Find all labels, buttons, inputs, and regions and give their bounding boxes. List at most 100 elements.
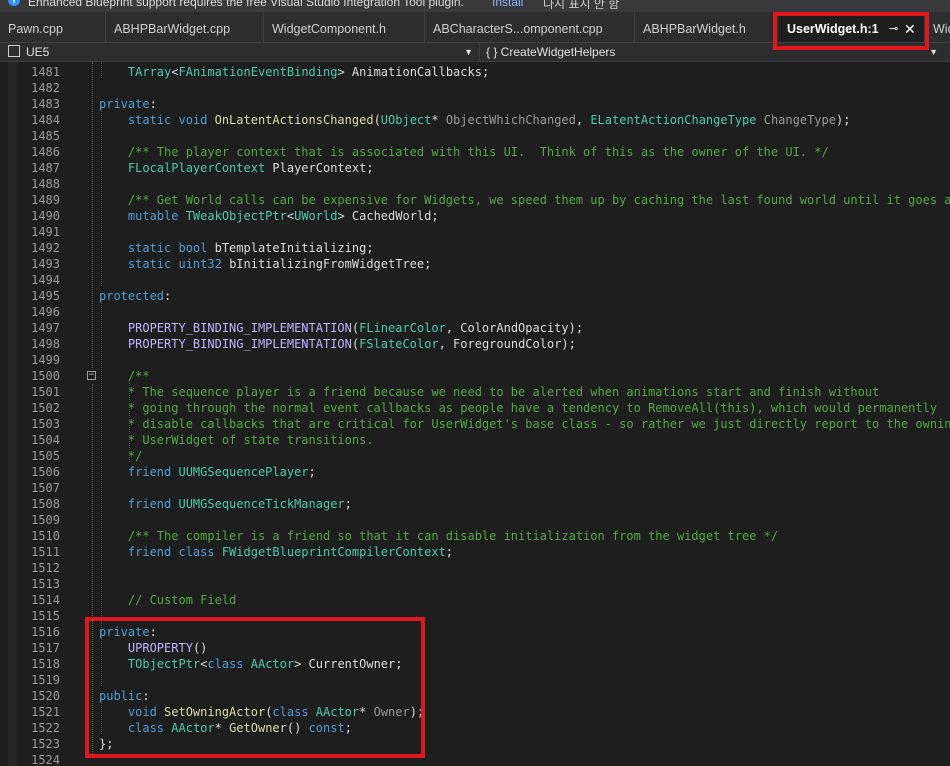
code-line[interactable]: 1504 * UserWidget of state transitions. xyxy=(0,432,950,448)
code-text: PROPERTY_BINDING_IMPLEMENTATION(FLinearC… xyxy=(99,320,583,336)
code-line[interactable]: 1488 xyxy=(0,176,950,192)
code-line[interactable]: 1498 PROPERTY_BINDING_IMPLEMENTATION(FSl… xyxy=(0,336,950,352)
code-token: FWidgetBlueprintCompilerContext xyxy=(221,545,446,559)
code-line[interactable]: 1491 xyxy=(0,224,950,240)
code-token: // Custom Field xyxy=(127,593,237,607)
code-line[interactable]: 1490 mutable TWeakObjectPtr<UWorld> Cach… xyxy=(0,208,950,224)
code-line[interactable]: 1485 xyxy=(0,128,950,144)
code-token: > AnimationCallbacks; xyxy=(337,65,490,79)
highlight-box-active-tab xyxy=(773,12,929,50)
code-line[interactable]: 1507 xyxy=(0,480,950,496)
line-number: 1512 xyxy=(31,561,60,575)
line-number: 1482 xyxy=(31,81,60,95)
code-line[interactable]: 1503 * disable callbacks that are critic… xyxy=(0,416,950,432)
info-bar-message: Enhanced Blueprint support requires the … xyxy=(28,0,464,9)
tab-label: ABHPBarWidget.cpp xyxy=(114,22,231,36)
tab-widgetcomponent-h[interactable]: WidgetComponent.h xyxy=(264,12,425,42)
line-number: 1484 xyxy=(31,113,60,127)
project-dropdown-value: UE5 xyxy=(26,45,50,59)
code-token: FLinearColor xyxy=(359,321,446,335)
code-text: /** Get World calls can be expensive for… xyxy=(99,192,950,208)
dont-show-again-link[interactable]: 다시 표시 안 함 xyxy=(543,0,619,12)
code-line[interactable]: 1502 * going through the normal event ca… xyxy=(0,400,950,416)
code-token: /** The player context that is associate… xyxy=(127,145,829,159)
line-number: 1513 xyxy=(31,577,60,591)
code-token: PROPERTY_BINDING_IMPLEMENTATION xyxy=(127,321,352,335)
line-number: 1500 xyxy=(31,369,60,383)
code-text: static uint32 bInitializingFromWidgetTre… xyxy=(99,256,431,272)
code-token: TArray xyxy=(127,65,172,79)
code-line[interactable]: 1505 */ xyxy=(0,448,950,464)
code-token: UUMGSequencePlayer xyxy=(178,465,309,479)
line-number: 1508 xyxy=(31,497,60,511)
code-line[interactable]: 1493 static uint32 bInitializingFromWidg… xyxy=(0,256,950,272)
code-token: * disable callbacks that are critical fo… xyxy=(127,417,950,431)
code-line[interactable]: 1514 // Custom Field xyxy=(0,592,950,608)
code-line[interactable]: 1499 xyxy=(0,352,950,368)
code-line[interactable]: 1496 xyxy=(0,304,950,320)
line-number: 1518 xyxy=(31,657,60,671)
code-line[interactable]: 1487 FLocalPlayerContext PlayerContext; xyxy=(0,160,950,176)
line-number: 1502 xyxy=(31,401,60,415)
tab-pawn-cpp[interactable]: Pawn.cpp xyxy=(0,12,106,42)
code-token: /** Get World calls can be expensive for… xyxy=(127,193,950,207)
code-line[interactable]: 1489 /** Get World calls can be expensiv… xyxy=(0,192,950,208)
highlight-box-custom-field xyxy=(85,617,425,758)
install-link[interactable]: Install xyxy=(492,0,523,9)
code-text: * UserWidget of state transitions. xyxy=(99,432,374,448)
tab-abcharacterstatcomponent-cpp[interactable]: ABCharacterS...omponent.cpp xyxy=(425,12,635,42)
code-line[interactable]: 1483 private: xyxy=(0,96,950,112)
line-number: 1510 xyxy=(31,529,60,543)
line-number: 1490 xyxy=(31,209,60,223)
code-line[interactable]: 1492 static bool bTemplateInitializing; xyxy=(0,240,950,256)
line-number: 1485 xyxy=(31,129,60,143)
tab-abhpbarwidget-h[interactable]: ABHPBarWidget.h xyxy=(635,12,777,42)
line-number: 1524 xyxy=(31,753,60,766)
code-text: friend UUMGSequencePlayer; xyxy=(99,464,316,480)
code-text: friend UUMGSequenceTickManager; xyxy=(99,496,352,512)
code-line[interactable]: 1500 − /** xyxy=(0,368,950,384)
code-token: /** xyxy=(127,369,150,383)
code-text: /** xyxy=(99,368,150,384)
code-token: PlayerContext; xyxy=(265,161,374,175)
code-token: : xyxy=(149,97,157,111)
code-line[interactable]: 1497 PROPERTY_BINDING_IMPLEMENTATION(FLi… xyxy=(0,320,950,336)
code-token: ; xyxy=(344,497,352,511)
code-token: bTemplateInitializing; xyxy=(214,241,374,255)
line-number: 1483 xyxy=(31,97,60,111)
code-line[interactable]: 1494 xyxy=(0,272,950,288)
code-token: FLocalPlayerContext xyxy=(127,161,266,175)
line-number: 1509 xyxy=(31,513,60,527)
tab-label: Widg xyxy=(933,22,950,36)
code-token: UWorld xyxy=(294,209,338,223)
code-line[interactable]: 1481 TArray<FAnimationEventBinding> Anim… xyxy=(0,64,950,80)
code-line[interactable]: 1501 * The sequence player is a friend b… xyxy=(0,384,950,400)
code-line[interactable]: 1509 xyxy=(0,512,950,528)
code-text: PROPERTY_BINDING_IMPLEMENTATION(FSlateCo… xyxy=(99,336,576,352)
code-text: FLocalPlayerContext PlayerContext; xyxy=(99,160,374,176)
collapse-icon[interactable]: − xyxy=(87,371,96,380)
line-number: 1497 xyxy=(31,321,60,335)
code-line[interactable]: 1484 static void OnLatentActionsChanged(… xyxy=(0,112,950,128)
code-text: // Custom Field xyxy=(99,592,236,608)
code-line[interactable]: 1512 xyxy=(0,560,950,576)
project-icon xyxy=(8,45,20,57)
project-dropdown[interactable]: UE5 ▼ xyxy=(8,43,480,61)
code-token: , ColorAndOpacity); xyxy=(445,321,584,335)
code-line[interactable]: 1495 protected: xyxy=(0,288,950,304)
code-line[interactable]: 1510 /** The compiler is a friend so tha… xyxy=(0,528,950,544)
code-token: ( xyxy=(373,113,381,127)
code-token: PROPERTY_BINDING_IMPLEMENTATION xyxy=(127,337,352,351)
line-number: 1504 xyxy=(31,433,60,447)
tab-abhpbarwidget-cpp[interactable]: ABHPBarWidget.cpp xyxy=(106,12,264,42)
chevron-down-icon: ▼ xyxy=(929,47,938,57)
code-line[interactable]: 1486 /** The player context that is asso… xyxy=(0,144,950,160)
code-line[interactable]: 1513 xyxy=(0,576,950,592)
line-number: 1506 xyxy=(31,465,60,479)
code-line[interactable]: 1506 friend UUMGSequencePlayer; xyxy=(0,464,950,480)
code-line[interactable]: 1508 friend UUMGSequenceTickManager; xyxy=(0,496,950,512)
code-text: * disable callbacks that are critical fo… xyxy=(99,416,950,432)
code-token: */ xyxy=(127,449,143,463)
code-line[interactable]: 1482 xyxy=(0,80,950,96)
code-line[interactable]: 1511 friend class FWidgetBlueprintCompil… xyxy=(0,544,950,560)
